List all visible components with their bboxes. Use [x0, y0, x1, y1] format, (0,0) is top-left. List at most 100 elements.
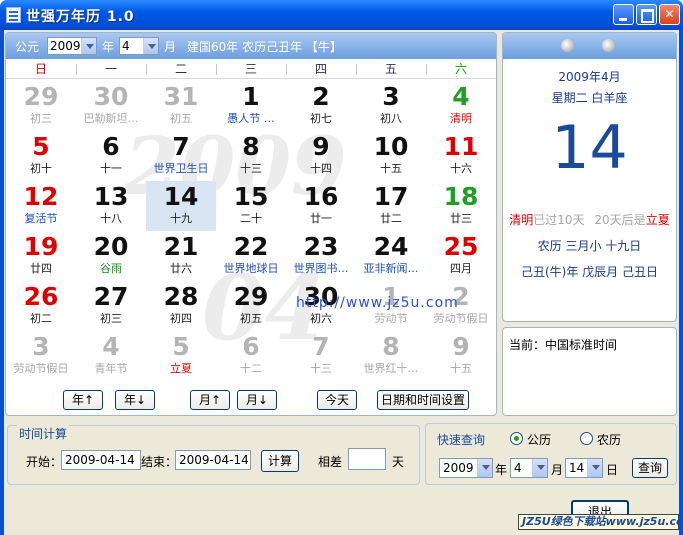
chevron-down-icon[interactable] [477, 459, 492, 477]
month-up-button[interactable]: 月↑ [190, 390, 230, 410]
day-number: 15 [233, 182, 269, 211]
day-lunar-text: 二十 [240, 212, 262, 225]
query-year-value: 2009 [443, 461, 474, 475]
window-title: 世强万年历 1.0 [26, 9, 135, 25]
day-lunar-text: 初五 [170, 112, 192, 125]
binder-ring-icon [602, 39, 615, 52]
end-date-field[interactable]: 2009-04-14 [175, 450, 251, 470]
calendar-day-cell[interactable]: 18 廿三 [426, 181, 496, 231]
maximize-button[interactable] [636, 4, 657, 25]
calendar-day-cell[interactable]: 10 十五 [356, 131, 426, 181]
start-date-field[interactable]: 2009-04-14 [61, 450, 141, 470]
day-lunar-text: 十二 [240, 362, 262, 375]
day-lunar-text: 巴勒斯坦… [83, 112, 139, 125]
query-day-unit: 日 [606, 463, 619, 477]
calendar-day-cell[interactable]: 3 初八 [356, 81, 426, 131]
query-year-select[interactable]: 2009 [439, 458, 493, 478]
day-lunar-text: 四月 [450, 262, 472, 275]
calendar-day-cell[interactable]: 7 世界卫生日 [146, 131, 216, 181]
calendar-day-cell[interactable]: 1 愚人节 … [216, 81, 286, 131]
calendar-day-cell[interactable]: 4 青年节 [76, 331, 146, 381]
day-lunar-text: 青年节 [94, 362, 128, 375]
weekday-label: 六 [454, 62, 467, 76]
calendar-day-cell[interactable]: 27 初三 [76, 281, 146, 331]
day-lunar-text: 廿四 [30, 262, 52, 275]
calendar-day-cell[interactable]: 3 劳动节假日 [6, 331, 76, 381]
calendar-day-cell[interactable]: 13 十八 [76, 181, 146, 231]
day-number: 12 [23, 182, 59, 211]
calendar-day-cell[interactable]: 9 十五 [426, 331, 496, 381]
day-number: 1 [242, 82, 260, 111]
calc-button[interactable]: 计算 [261, 450, 299, 472]
dropdown-arrow[interactable] [477, 459, 492, 477]
weekday-divider [216, 64, 217, 75]
calendar-day-cell[interactable]: 11 十六 [426, 131, 496, 181]
month-down-button[interactable]: 月↓ [237, 390, 277, 410]
set-datetime-button[interactable]: 日期和时间设置 [377, 390, 469, 410]
calendar-day-cell[interactable]: 31 初五 [146, 81, 216, 131]
day-number: 28 [163, 282, 199, 311]
day-number: 16 [303, 182, 339, 211]
day-number: 9 [312, 132, 330, 161]
month-select[interactable]: 4 [119, 37, 159, 55]
close-button[interactable]: ✕ [659, 4, 680, 25]
calendar-day-cell[interactable]: 15 二十 [216, 181, 286, 231]
chevron-down-icon[interactable] [587, 459, 602, 477]
watermark-badge: JZ5U绿色下载站www.jz5u.com [518, 514, 679, 530]
calendar-day-cell[interactable]: 17 廿二 [356, 181, 426, 231]
calendar-day-cell[interactable]: 8 十三 [216, 131, 286, 181]
chevron-down-icon[interactable] [143, 38, 158, 54]
calendar-day-cell[interactable]: 22 世界地球日 [216, 231, 286, 281]
calendar-day-cell[interactable]: 29 初五 [216, 281, 286, 331]
year-down-button[interactable]: 年↓ [115, 390, 155, 410]
calendar-day-cell[interactable]: 25 四月 [426, 231, 496, 281]
day-number: 18 [443, 182, 479, 211]
calendar-day-cell-selected[interactable]: 14 十九 [146, 181, 216, 231]
calendar-day-cell[interactable]: 29 初三 [6, 81, 76, 131]
gongli-radio[interactable] [510, 432, 523, 445]
nongli-radio-label: 农历 [597, 433, 622, 447]
dropdown-arrow[interactable] [587, 459, 602, 477]
calendar-day-cell[interactable]: 5 立夏 [146, 331, 216, 381]
end-label: 结束： [141, 455, 178, 469]
calendar-day-cell[interactable]: 5 初十 [6, 131, 76, 181]
calendar-day-cell[interactable]: 6 十二 [216, 331, 286, 381]
title-bar[interactable]: 世强万年历 1.0 ✕ [0, 0, 683, 30]
diff-unit-label: 天 [392, 455, 405, 469]
info-big-day: 14 [551, 113, 628, 183]
calendar-day-cell[interactable]: 7 十三 [286, 331, 356, 381]
gongli-radio-label: 公历 [527, 433, 552, 447]
calendar-day-cell[interactable]: 24 亚非新闻… [356, 231, 426, 281]
calendar-day-cell[interactable]: 9 十四 [286, 131, 356, 181]
calendar-day-cell[interactable]: 30 巴勒斯坦… [76, 81, 146, 131]
calendar-day-cell[interactable]: 23 世界图书… [286, 231, 356, 281]
calendar-day-cell[interactable]: 4 清明 [426, 81, 496, 131]
solar-term-name: 清明 [509, 213, 534, 227]
calendar-day-cell[interactable]: 28 初四 [146, 281, 216, 331]
today-button[interactable]: 今天 [317, 390, 357, 410]
calendar-day-cell[interactable]: 21 廿六 [146, 231, 216, 281]
calendar-day-cell[interactable]: 8 世界红十… [356, 331, 426, 381]
year-select[interactable]: 2009 [47, 37, 97, 55]
calendar-day-cell[interactable]: 6 十一 [76, 131, 146, 181]
minimize-button[interactable] [613, 4, 634, 25]
chevron-down-icon[interactable] [81, 38, 96, 54]
dropdown-arrow[interactable] [532, 459, 547, 477]
year-up-button[interactable]: 年↑ [63, 390, 103, 410]
day-info-panel: 2009年4月 星期二 白羊座 14 清明已过10天 20天后是立夏 农历 三月… [502, 32, 677, 322]
day-number: 17 [373, 182, 409, 211]
calendar-day-cell[interactable]: 20 谷雨 [76, 231, 146, 281]
calendar-day-cell[interactable]: 16 廿一 [286, 181, 356, 231]
current-timezone-label: 当前：中国标准时间 [509, 338, 618, 352]
nongli-radio[interactable] [580, 432, 593, 445]
calendar-day-cell[interactable]: 2 初七 [286, 81, 356, 131]
query-day-select[interactable]: 14 [565, 458, 603, 478]
calendar-day-cell[interactable]: 26 初二 [6, 281, 76, 331]
diff-days-field[interactable] [348, 448, 386, 470]
calendar-day-cell[interactable]: 19 廿四 [6, 231, 76, 281]
query-month-select[interactable]: 4 [510, 458, 548, 478]
chevron-down-icon[interactable] [532, 459, 547, 477]
query-button[interactable]: 查询 [632, 458, 668, 478]
day-lunar-text: 世界地球日 [223, 262, 279, 275]
calendar-day-cell[interactable]: 12 复活节 [6, 181, 76, 231]
